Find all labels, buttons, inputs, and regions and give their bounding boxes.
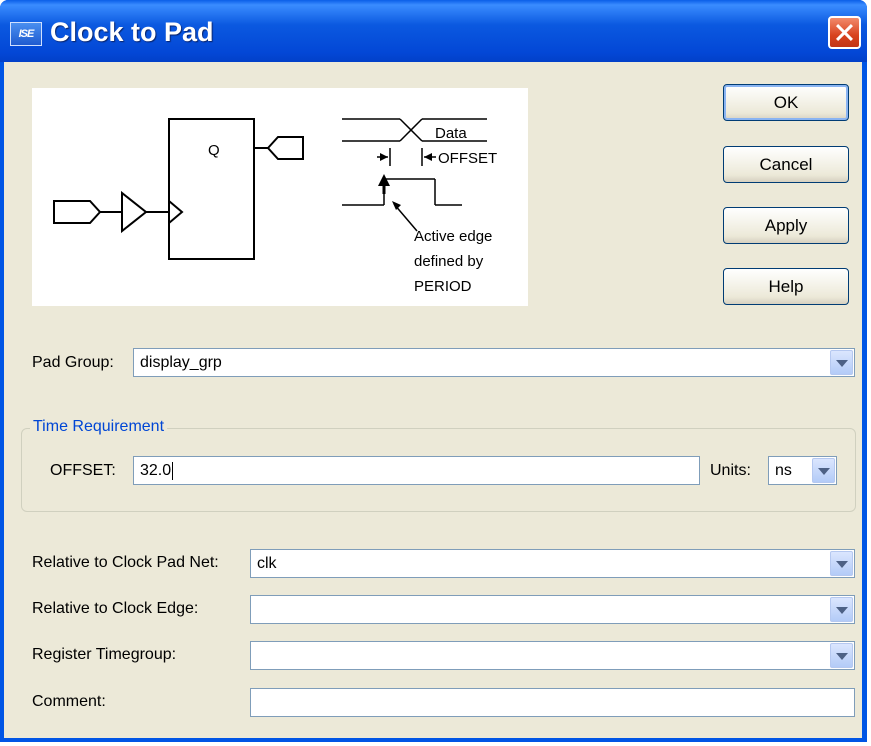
units-label: Units: [710,462,751,479]
offset-input[interactable]: 32.0 [133,456,700,485]
edge-note-line1: Active edge [414,228,492,245]
output-pad-shape [266,136,304,160]
offset-label: OFFSET [438,150,497,167]
pad-group-dropdown[interactable]: display_grp [133,348,855,377]
units-dropdown-button[interactable] [812,458,835,483]
units-dropdown[interactable]: ns [768,456,837,485]
flip-flop-shape [168,118,255,260]
clock-pad-net-label: Relative to Clock Pad Net: [32,554,219,571]
input-pad-shape [53,200,102,224]
edge-note-line3: PERIOD [414,278,472,295]
close-button[interactable] [828,16,861,49]
clock-edge-dropdown-button[interactable] [830,597,853,622]
clock-edge-label: Relative to Clock Edge: [32,600,199,617]
data-label: Data [435,125,467,142]
clock-pad-net-value: clk [257,554,277,572]
chevron-down-icon [835,653,848,660]
offset-field-label: OFFSET: [50,462,116,479]
dialog-body: Q Data OFFSET Active edge defined by PER… [4,62,862,738]
clock-edge-dropdown[interactable] [250,595,855,624]
chevron-down-icon [835,561,848,568]
comment-label: Comment: [32,693,106,710]
help-button[interactable]: Help [723,268,849,305]
buffer-shape [121,190,148,234]
chevron-down-icon [835,360,848,367]
pad-group-value: display_grp [140,353,222,371]
ok-button[interactable]: OK [723,84,849,121]
title-bar[interactable]: ISE Clock to Pad [0,0,867,62]
cancel-button[interactable]: Cancel [723,146,849,183]
register-timegroup-dropdown[interactable] [250,641,855,670]
offset-value: 32.0 [140,461,172,479]
comment-input[interactable] [250,688,855,717]
chevron-down-icon [817,468,830,475]
timing-diagram: Q Data OFFSET Active edge defined by PER… [32,88,528,306]
text-cursor [172,461,174,480]
clock-input-marker [168,200,184,224]
time-requirement-title: Time Requirement [30,418,168,436]
units-value: ns [775,461,792,479]
window-title: Clock to Pad [50,17,214,47]
dialog-window: ISE Clock to Pad Q Data OFFSET Active ed… [0,0,867,742]
pad-group-label: Pad Group: [32,354,114,371]
register-timegroup-dropdown-button[interactable] [830,643,853,668]
register-timegroup-label: Register Timegroup: [32,646,177,663]
flop-q-label: Q [208,142,220,159]
clock-pad-net-dropdown-button[interactable] [830,551,853,576]
clock-pad-net-dropdown[interactable]: clk [250,549,855,578]
ise-app-icon: ISE [10,22,42,46]
pad-group-dropdown-button[interactable] [830,350,853,375]
edge-note-line2: defined by [414,253,484,270]
chevron-down-icon [835,607,848,614]
apply-button[interactable]: Apply [723,207,849,244]
